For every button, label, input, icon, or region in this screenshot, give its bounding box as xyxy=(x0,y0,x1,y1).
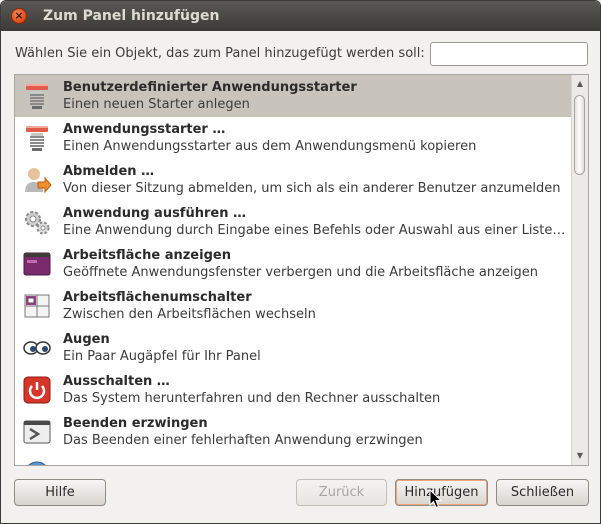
prompt-row: Wählen Sie ein Objekt, das zum Panel hin… xyxy=(15,42,588,68)
list-item-description: Geöffnete Anwendungsfenster verbergen un… xyxy=(63,265,539,280)
notification-icon xyxy=(19,456,55,465)
close-window-icon[interactable]: × xyxy=(11,8,27,24)
power-icon xyxy=(19,372,55,408)
list-item-text: Arbeitsflächenumschalter Zwischen den Arb… xyxy=(63,289,568,323)
gears-icon xyxy=(19,204,55,240)
list-item-name: Arbeitsflächenumschalter xyxy=(63,290,252,305)
launcher-icon xyxy=(19,78,55,114)
workspace-switcher-icon xyxy=(19,288,55,324)
list-item-name: Ausschalten … xyxy=(63,374,170,389)
list-item-name: Abmelden … xyxy=(63,164,155,179)
search-input[interactable] xyxy=(430,42,588,66)
list-item-description: Das Beenden einer fehlerhaften Anwendung… xyxy=(63,433,423,448)
item-list[interactable]: Benutzerdefinierter Anwendungsstarter Ein… xyxy=(15,75,572,467)
list-item-description: Ein Paar Augäpfel für Ihr Panel xyxy=(63,349,261,364)
help-button[interactable]: Hilfe xyxy=(14,479,106,506)
launcher-icon xyxy=(19,120,55,156)
vertical-scrollbar[interactable]: ▲ ▼ xyxy=(571,75,588,465)
list-item[interactable]: Anwendung ausführen … Eine Anwendung durc… xyxy=(15,201,572,243)
list-item-name: Anwendungsstarter … xyxy=(63,122,226,137)
window-title: Zum Panel hinzufügen xyxy=(43,8,220,24)
list-item-text: Arbeitsfläche anzeigen Geöffnete Anwendun… xyxy=(63,247,568,281)
list-item-text: Ausschalten … Das System herunterfahren u… xyxy=(63,373,568,407)
close-button[interactable]: Schließen xyxy=(496,479,589,506)
list-item-description: Zwischen den Arbeitsflächen wechseln xyxy=(63,307,316,322)
back-button[interactable]: Zurück xyxy=(296,479,387,506)
list-item-description: Einen neuen Starter anlegen xyxy=(63,97,250,112)
list-item[interactable]: Augen Ein Paar Augäpfel für Ihr Panel xyxy=(15,327,572,369)
list-item-text: Anwendung ausführen … Eine Anwendung durc… xyxy=(63,205,568,239)
list-item[interactable]: Arbeitsflächenumschalter Zwischen den Arb… xyxy=(15,285,572,327)
title-bar[interactable]: × Zum Panel hinzufügen xyxy=(1,1,600,31)
list-item-description: Einen Anwendungsstarter aus dem Anwendun… xyxy=(63,139,477,154)
list-item-name: Beenden erzwingen xyxy=(63,416,208,431)
list-item[interactable]: Anwendungsstarter … Einen Anwendungsstart… xyxy=(15,117,572,159)
list-item-name: Benutzerdefinierter Anwendungsstarter xyxy=(63,80,357,95)
list-item-text: Beenden erzwingen Das Beenden einer fehle… xyxy=(63,415,568,449)
list-item[interactable]: Beenden erzwingen Das Beenden einer fehle… xyxy=(15,411,572,453)
list-item-text: Anwendungsstarter … Einen Anwendungsstart… xyxy=(63,121,568,155)
list-item[interactable]: Abmelden … Von dieser Sitzung abmelden, u… xyxy=(15,159,572,201)
add-to-panel-dialog: × Zum Panel hinzufügen Wählen Sie ein Ob… xyxy=(0,0,601,524)
item-list-frame: Benutzerdefinierter Anwendungsstarter Ein… xyxy=(14,74,589,466)
list-item-name: Arbeitsfläche anzeigen xyxy=(63,248,231,263)
list-item-name: Augen xyxy=(63,332,110,347)
list-item[interactable]: Arbeitsfläche anzeigen Geöffnete Anwendun… xyxy=(15,243,572,285)
desktop-icon xyxy=(19,246,55,282)
list-item[interactable]: Benachrichtigungsanzeige xyxy=(15,453,572,467)
mouse-cursor-icon xyxy=(429,489,443,509)
list-item-text: Abmelden … Von dieser Sitzung abmelden, u… xyxy=(63,163,568,197)
scroll-up-arrow-icon[interactable]: ▲ xyxy=(572,77,588,91)
list-item-description: Eine Anwendung durch Eingabe eines Befeh… xyxy=(63,223,568,238)
list-item-name: Anwendung ausführen … xyxy=(63,206,246,221)
scroll-down-arrow-icon[interactable]: ▼ xyxy=(572,449,588,463)
list-item-text: Benutzerdefinierter Anwendungsstarter Ein… xyxy=(63,79,568,113)
prompt-label: Wählen Sie ein Objekt, das zum Panel hin… xyxy=(15,46,425,61)
list-item-description: Von dieser Sitzung abmelden, um sich als… xyxy=(63,181,561,196)
scrollbar-thumb[interactable] xyxy=(574,95,585,175)
list-item-description: Das System herunterfahren und den Rechne… xyxy=(63,391,441,406)
list-item-text: Augen Ein Paar Augäpfel für Ihr Panel xyxy=(63,331,568,365)
logout-icon xyxy=(19,162,55,198)
list-item[interactable]: Ausschalten … Das System herunterfahren u… xyxy=(15,369,572,411)
list-item-text: Benachrichtigungsanzeige xyxy=(63,466,568,467)
force-quit-icon xyxy=(19,414,55,450)
list-item[interactable]: Benutzerdefinierter Anwendungsstarter Ein… xyxy=(15,75,572,117)
list-item-name: Benachrichtigungsanzeige xyxy=(63,466,568,467)
eyes-icon xyxy=(19,330,55,366)
